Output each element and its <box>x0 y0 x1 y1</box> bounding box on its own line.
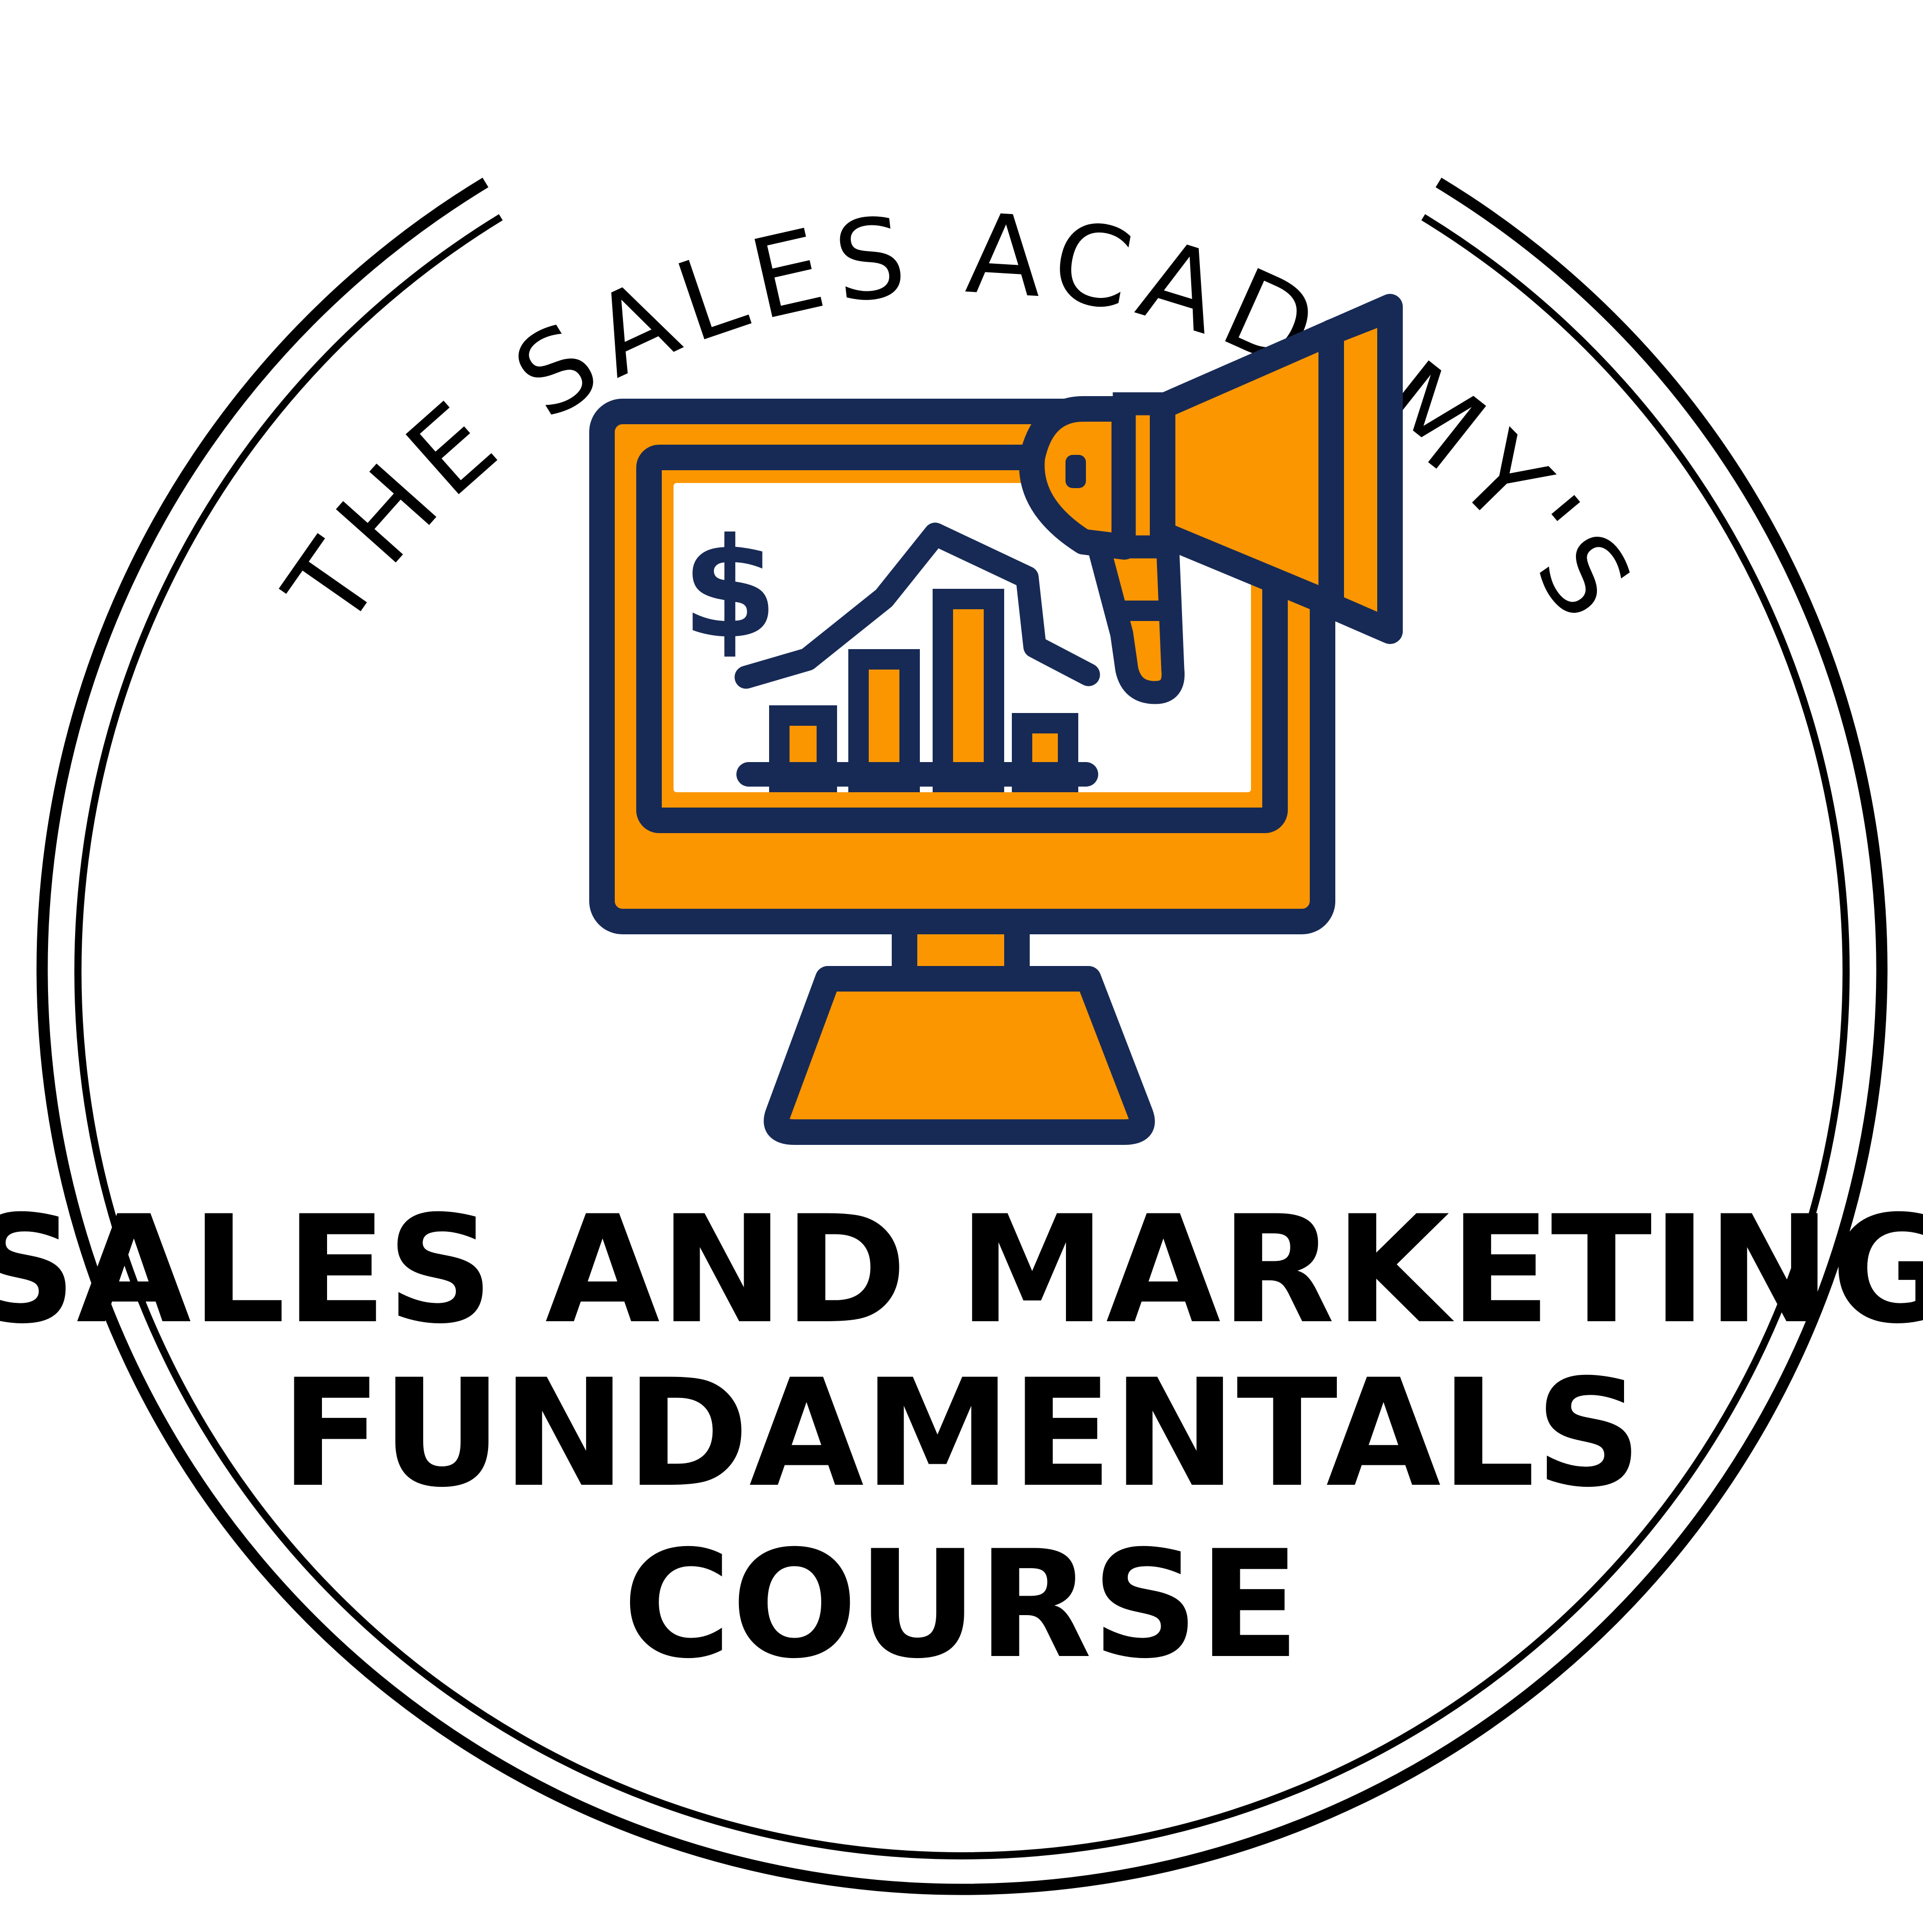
course-badge: THE SALES ACADEMY'S $ <box>0 177 1923 1895</box>
megaphone-cap-slot <box>1065 455 1086 488</box>
megaphone-rim <box>1318 296 1403 644</box>
chart-bar-3 <box>933 589 1004 792</box>
monitor-base <box>763 966 1155 1145</box>
course-title-line-3: COURSE <box>622 1519 1300 1691</box>
course-title-line-2: FUNDAMENTALS <box>281 1348 1642 1520</box>
monitor-megaphone-chart-icon: $ <box>589 294 1403 1145</box>
course-title-line-1: SALES AND MARKETING <box>0 1184 1923 1356</box>
dollar-sign-icon: $ <box>682 508 778 669</box>
